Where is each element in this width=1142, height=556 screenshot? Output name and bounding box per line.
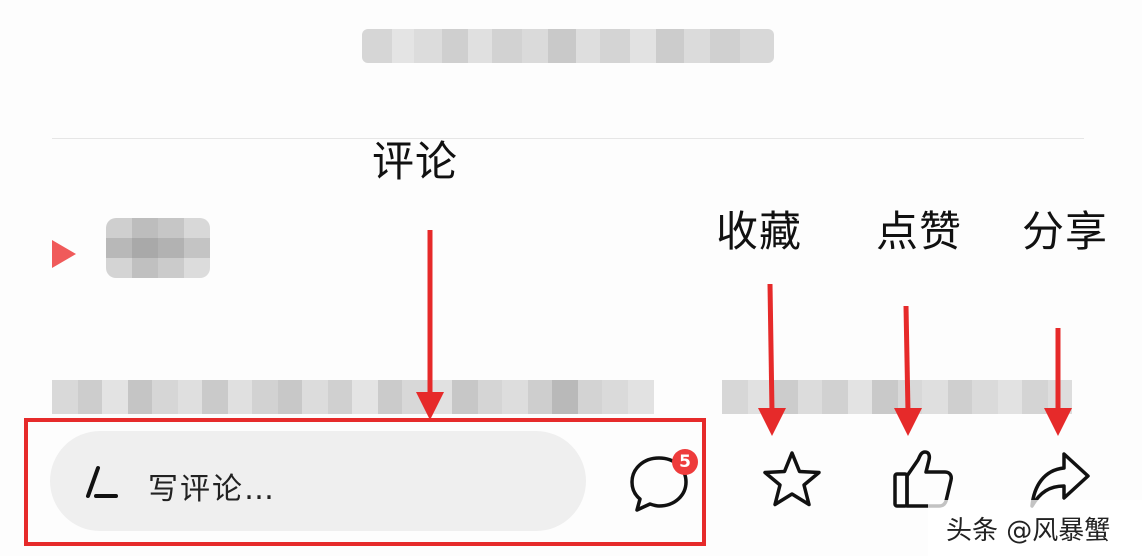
watermark: 头条 @风暴蟹 <box>946 516 1111 546</box>
arrow-comment <box>416 230 444 420</box>
comment-input[interactable] <box>50 431 586 531</box>
arrow-favorite <box>758 283 786 436</box>
arrow-like <box>894 305 922 436</box>
comment-count-badge: 5 <box>672 449 698 475</box>
star-icon[interactable] <box>760 448 824 512</box>
pen-icon <box>86 466 118 498</box>
arrow-share <box>1044 328 1072 436</box>
comment-placeholder: 写评论… <box>148 472 276 507</box>
